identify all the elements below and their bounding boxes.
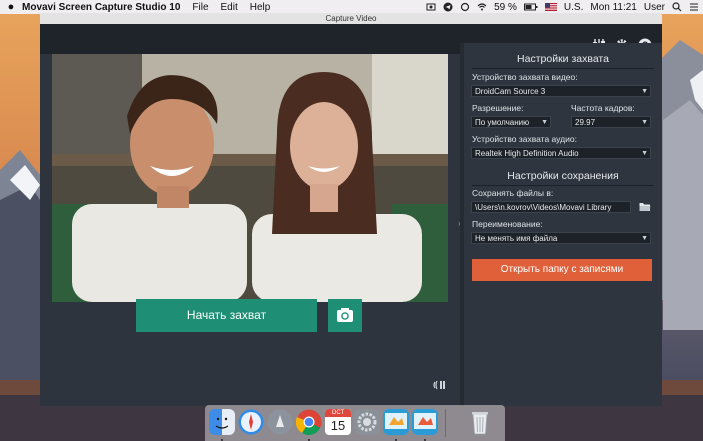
menu-item-help[interactable]: Help bbox=[250, 2, 271, 13]
telegram-icon[interactable] bbox=[443, 2, 453, 12]
system-preferences-icon[interactable] bbox=[354, 409, 380, 435]
trash-icon[interactable] bbox=[467, 409, 493, 435]
rename-label: Переименование: bbox=[472, 219, 543, 229]
search-icon[interactable] bbox=[672, 2, 682, 12]
us-flag-icon[interactable] bbox=[544, 2, 557, 12]
resolution-value: По умолчанию bbox=[475, 118, 530, 127]
video-device-label: Устройство захвата видео: bbox=[472, 72, 578, 82]
calendar-icon[interactable]: OCT 15 bbox=[325, 409, 351, 435]
camera-icon bbox=[337, 308, 353, 322]
menubar-clock[interactable]: Mon 11:21 bbox=[590, 2, 637, 13]
dropdown-arrow-icon: ▼ bbox=[641, 119, 648, 126]
webcam-preview bbox=[52, 54, 448, 302]
battery-percent: 59 % bbox=[494, 1, 517, 13]
finder-icon[interactable] bbox=[209, 409, 235, 435]
screen-recorder-icon[interactable] bbox=[426, 2, 436, 12]
capture-settings-title: Настройки захвата bbox=[517, 53, 609, 65]
calendar-month: OCT bbox=[325, 409, 351, 417]
section-divider bbox=[472, 185, 654, 186]
window-titlebar[interactable]: Capture Video bbox=[40, 13, 662, 24]
resolution-label: Разрешение: bbox=[472, 103, 524, 113]
save-path-field[interactable]: \Users\n.kovrov\Videos\Movavi Library bbox=[471, 201, 631, 213]
chrome-icon[interactable] bbox=[296, 409, 322, 435]
folder-icon[interactable] bbox=[639, 201, 651, 212]
dropdown-arrow-icon: ▼ bbox=[541, 119, 548, 126]
snapshot-button[interactable] bbox=[328, 299, 362, 332]
battery-icon[interactable] bbox=[523, 2, 538, 12]
save-settings-title: Настройки сохранения bbox=[507, 170, 619, 182]
menubar-app-name[interactable]: Movavi Screen Capture Studio 10 bbox=[22, 2, 180, 13]
movavi-video-icon[interactable] bbox=[412, 409, 438, 435]
save-to-label: Сохранять файлы в: bbox=[472, 188, 554, 198]
apple-logo-icon[interactable]: ● bbox=[0, 1, 22, 13]
dropdown-arrow-icon: ▼ bbox=[641, 150, 648, 157]
menu-item-edit[interactable]: Edit bbox=[221, 2, 238, 13]
calendar-day: 15 bbox=[330, 418, 346, 433]
framerate-value: 29.97 bbox=[575, 118, 596, 127]
video-device-select[interactable]: DroidCam Source 3 ▼ bbox=[471, 85, 651, 97]
menubar-user[interactable]: User bbox=[644, 2, 665, 13]
rename-value: Не менять имя файла bbox=[475, 234, 558, 243]
wifi-icon[interactable] bbox=[477, 2, 487, 12]
webcam-video-frame bbox=[52, 54, 448, 302]
settings-panel: Настройки захвата Устройство захвата вид… bbox=[464, 43, 662, 406]
macos-menubar: ● Movavi Screen Capture Studio 10 File E… bbox=[0, 0, 703, 14]
macos-dock: OCT 15 bbox=[205, 405, 505, 441]
notification-center-icon[interactable] bbox=[689, 2, 699, 12]
open-recordings-folder-button[interactable]: Открыть папку с записями bbox=[472, 259, 652, 281]
dropdown-arrow-icon: ▼ bbox=[641, 88, 648, 95]
save-path-value: \Users\n.kovrov\Videos\Movavi Library bbox=[475, 203, 612, 212]
video-device-value: DroidCam Source 3 bbox=[475, 87, 546, 96]
audio-device-label: Устройство захвата аудио: bbox=[472, 134, 577, 144]
movavi-screen-capture-icon[interactable] bbox=[383, 409, 409, 435]
dock-separator bbox=[445, 409, 446, 437]
framerate-select[interactable]: 29.97 ▼ bbox=[571, 116, 651, 128]
audio-device-value: Realtek High Definition Audio bbox=[475, 149, 579, 158]
capture-video-window: Capture Video ? bbox=[40, 13, 662, 406]
input-source-label[interactable]: U.S. bbox=[564, 2, 583, 13]
framerate-label: Частота кадров: bbox=[571, 103, 635, 113]
rename-select[interactable]: Не менять имя файла ▼ bbox=[471, 232, 651, 244]
resolution-select[interactable]: По умолчанию ▼ bbox=[471, 116, 551, 128]
start-capture-button[interactable]: Начать захват bbox=[136, 299, 317, 332]
safari-icon[interactable] bbox=[238, 409, 264, 435]
audio-device-select[interactable]: Realtek High Definition Audio ▼ bbox=[471, 147, 651, 159]
section-divider bbox=[472, 68, 654, 69]
menu-item-file[interactable]: File bbox=[192, 2, 208, 13]
launchpad-icon[interactable] bbox=[267, 409, 293, 435]
audio-wave-icon[interactable] bbox=[432, 379, 446, 391]
sync-icon[interactable] bbox=[460, 2, 470, 12]
dropdown-arrow-icon: ▼ bbox=[641, 235, 648, 242]
